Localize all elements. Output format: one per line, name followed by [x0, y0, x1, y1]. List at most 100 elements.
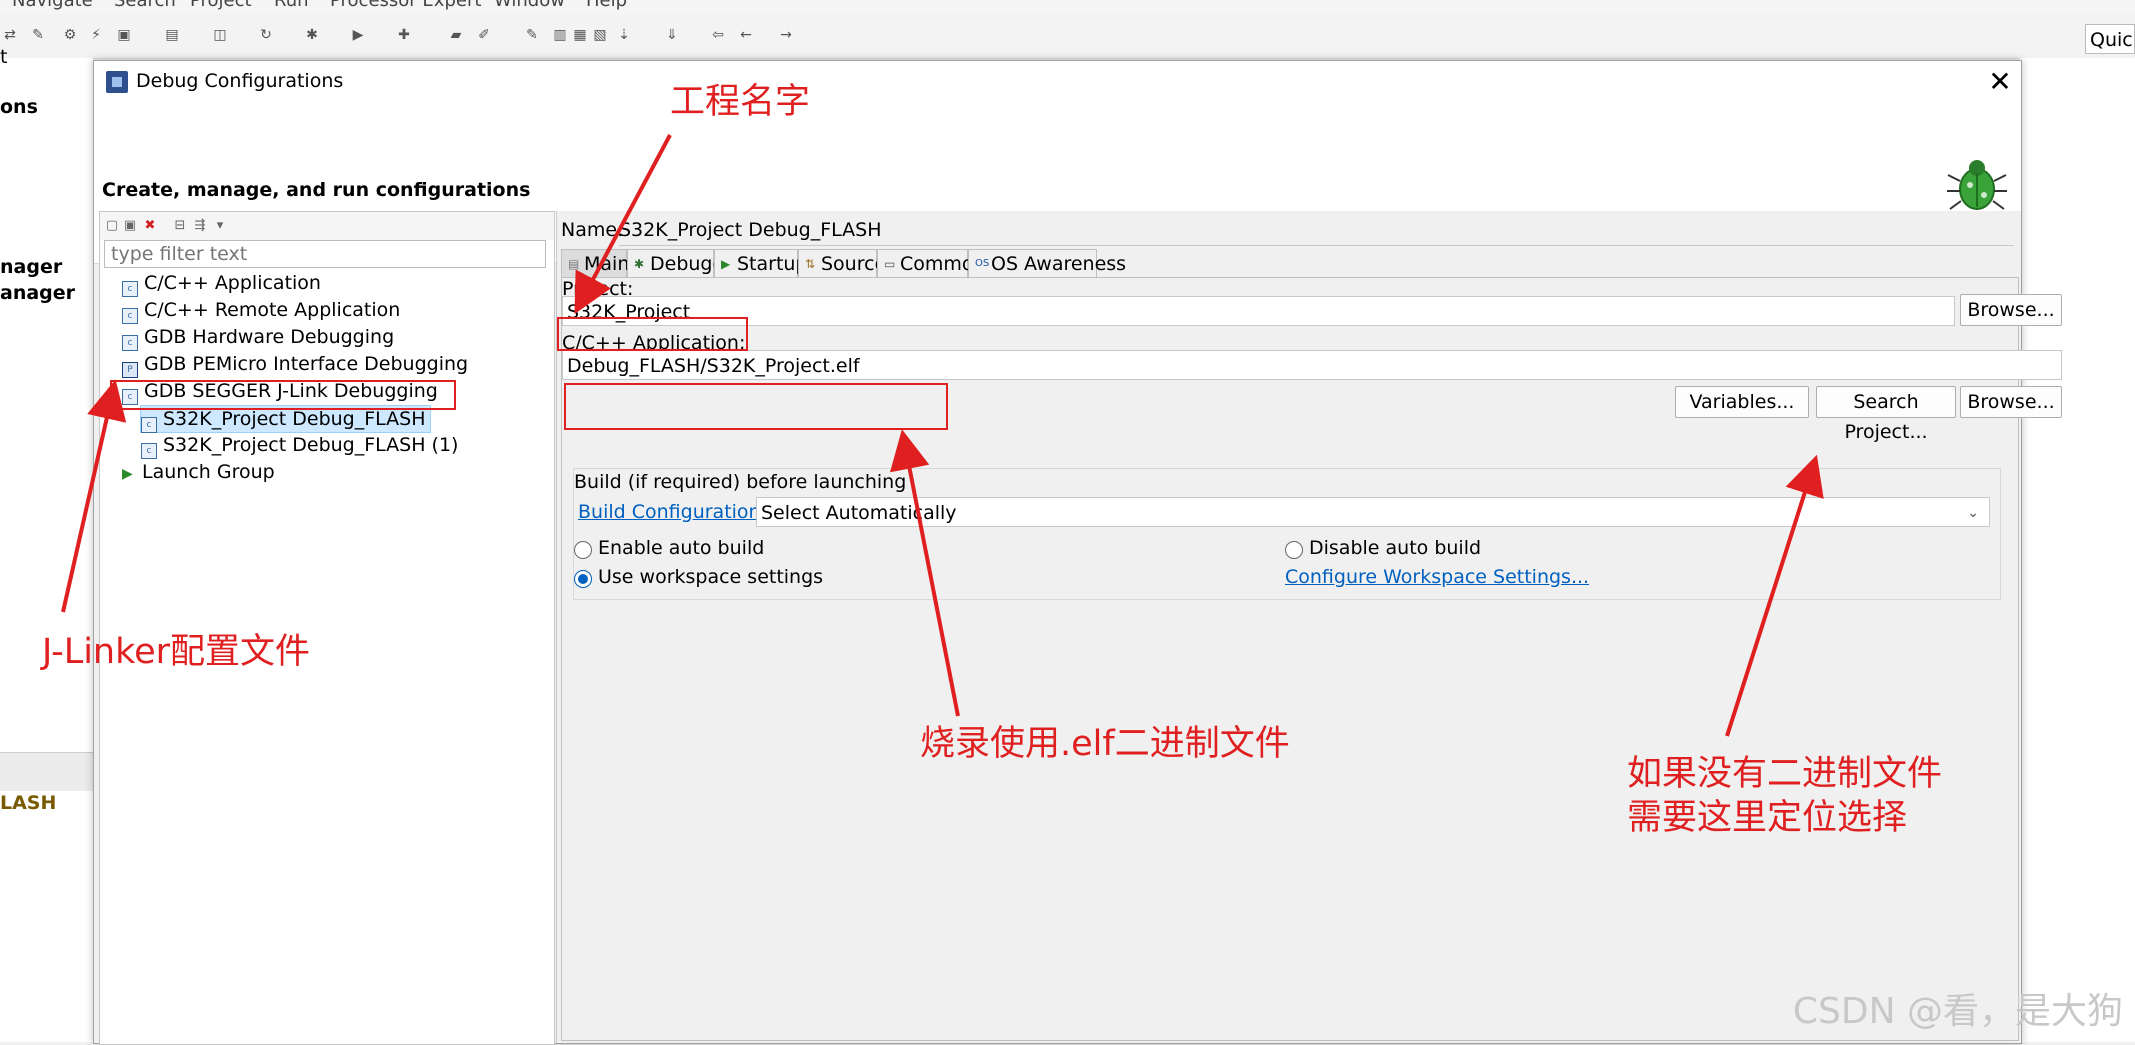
tree-item-cpp-application[interactable]: c C/C++ Application	[122, 270, 321, 297]
configure-workspace-settings-link[interactable]: Configure Workspace Settings...	[1285, 566, 1589, 588]
disable-auto-build-radio[interactable]	[1285, 541, 1303, 559]
build-icon[interactable]: ◫	[212, 27, 228, 43]
tab-common[interactable]: ▭ Common	[877, 249, 986, 277]
duplicate-icon[interactable]: ▣	[122, 218, 138, 234]
filter-icon[interactable]: ⇶	[192, 218, 208, 234]
open-icon[interactable]: ▤	[164, 27, 180, 43]
menu-search[interactable]: Search	[114, 0, 176, 11]
bg-label-2: nager	[0, 256, 63, 278]
watermark: CSDN @看，是大狗	[1792, 991, 2123, 1032]
enable-auto-build-label: Enable auto build	[598, 537, 765, 559]
folder-icon[interactable]: ▰	[448, 27, 464, 43]
search-project-button[interactable]: Search Project...	[1816, 386, 1956, 443]
close-button[interactable]: ✕	[1982, 63, 2018, 101]
new-icon[interactable]: ▣	[116, 27, 132, 43]
new-config-icon[interactable]: ▢	[104, 218, 120, 234]
tab-main[interactable]: ▤ Main	[561, 249, 629, 277]
background-right-view	[2020, 58, 2135, 1042]
menu-project[interactable]: Project	[190, 0, 252, 11]
name-input[interactable]: S32K_Project Debug_FLASH	[619, 215, 2014, 246]
menu-navigate[interactable]: Navigate	[12, 0, 93, 11]
tree-item-s32k-debug-flash-1[interactable]: c S32K_Project Debug_FLASH (1)	[141, 432, 458, 459]
name-label: Name:	[561, 219, 624, 241]
annotation-elf: 烧录使用.elf二进制文件	[920, 724, 1290, 764]
debug-icon[interactable]: ✱	[304, 27, 320, 43]
project-browse-button[interactable]: Browse...	[1960, 294, 2062, 326]
bg-tab-label: t	[0, 46, 8, 68]
forward-arrow-icon[interactable]: →	[778, 27, 794, 43]
bg-label-1: ons	[0, 96, 38, 118]
bg-label-4: LASH	[0, 792, 57, 814]
tab-startup[interactable]: ▶ Startup	[714, 249, 808, 277]
filter-input[interactable]	[104, 240, 546, 268]
edit-icon[interactable]: ✎	[524, 27, 540, 43]
run-icon[interactable]: ▶	[350, 27, 366, 43]
annotation-jlinker: J-Linker配置文件	[42, 632, 311, 672]
build-configuration-select[interactable]: Select Automatically ⌄	[756, 497, 1990, 527]
segger-highlight-box	[110, 380, 456, 410]
config-tabs: ▤ Main ✱ Debugger ▶ Startup ⇅ Source ▭ Common…	[561, 249, 2017, 277]
collapse-all-icon[interactable]: ⊟	[172, 218, 188, 234]
build-group-label: Build (if required) before launching	[574, 471, 907, 493]
refresh-icon[interactable]: ↻	[258, 27, 274, 43]
delete-icon[interactable]: ✖	[142, 218, 158, 234]
tree-item-gdb-pemicro[interactable]: P GDB PEMicro Interface Debugging	[122, 351, 468, 378]
bg-label-3: anager	[0, 282, 76, 304]
source-tab-icon: ⇅	[805, 257, 816, 271]
back-arrow-icon[interactable]: ←	[738, 27, 754, 43]
bug-icon	[1947, 160, 2007, 210]
external-tools-icon[interactable]: ✚	[396, 27, 412, 43]
project-input[interactable]: S32K_Project	[562, 296, 1955, 326]
pin-icon[interactable]: ✐	[476, 27, 492, 43]
dialog-titlebar: Debug Configurations ✕	[94, 61, 2021, 103]
use-workspace-settings-radio[interactable]	[574, 570, 592, 588]
build-group: Build (if required) before launching Bui…	[573, 468, 2001, 600]
tab-source[interactable]: ⇅ Source	[798, 249, 886, 277]
tree-item-launch-group[interactable]: ▶ Launch Group	[122, 459, 275, 485]
tab-os-awareness[interactable]: OS OS Awareness	[968, 249, 1126, 277]
annotation-project-name: 工程名字	[670, 82, 811, 122]
page-icon[interactable]: ▦	[572, 27, 588, 43]
c-config-icon: c	[122, 308, 138, 324]
main-toolbar: ⇄ ✎ ⚙ ⚡ ▣ ▤ ◫ ↻ ✱ ▶ ✚ ▰ ✐ ✎ ▥ ▦ ▧ ⇣ ⇓ ⇦ …	[0, 14, 2135, 59]
c-config-icon: c	[141, 417, 157, 433]
build-configuration-value: Select Automatically	[761, 502, 957, 524]
menu-run[interactable]: Run	[274, 0, 309, 11]
list-icon[interactable]: ▧	[592, 27, 608, 43]
tab-debugger[interactable]: ✱ Debugger	[627, 249, 744, 277]
configuration-editor-panel: Name: S32K_Project Debug_FLASH ▤ Main ✱ De…	[556, 211, 2062, 1043]
application-browse-button[interactable]: Browse...	[1960, 386, 2062, 418]
menu-help[interactable]: Help	[586, 0, 627, 11]
chevron-down-icon[interactable]: ▾	[212, 218, 228, 234]
debugger-tab-icon: ✱	[634, 257, 645, 271]
next-annotation-icon[interactable]: ⇓	[664, 27, 680, 43]
variables-button[interactable]: Variables...	[1675, 386, 1809, 418]
tree-item-cpp-remote-application[interactable]: c C/C++ Remote Application	[122, 297, 400, 324]
tool-icon[interactable]: ✎	[30, 27, 46, 43]
annotation-icon[interactable]: ⇣	[616, 27, 632, 43]
sync-icon[interactable]: ⇄	[2, 27, 18, 43]
quick-access-input[interactable]: Quick	[2085, 24, 2135, 54]
build-configuration-link[interactable]: Build Configuration:	[578, 501, 767, 523]
menu-window[interactable]: Window	[494, 0, 565, 11]
doc-icon[interactable]: ▥	[552, 27, 568, 43]
application-input[interactable]: Debug_FLASH/S32K_Project.elf	[562, 350, 2062, 380]
menubar: Navigate Search Project Run Processor Ex…	[0, 0, 2135, 14]
flash-icon[interactable]: ⚡	[88, 27, 104, 43]
main-tab-icon: ▤	[568, 257, 580, 271]
debug-config-icon	[106, 71, 128, 93]
os-awareness-tab-icon: OS	[975, 258, 990, 269]
back-icon[interactable]: ⇦	[710, 27, 726, 43]
link-icon[interactable]: ⚙	[62, 27, 78, 43]
launch-group-icon: ▶	[122, 466, 133, 482]
annotation-search-line1: 如果没有二进制文件	[1627, 754, 1943, 794]
tree-toolbar: ▢ ▣ ✖ ⊟ ⇶ ▾	[100, 212, 554, 240]
menu-processor-expert[interactable]: Processor Expert	[330, 0, 481, 11]
configuration-tree-panel: ▢ ▣ ✖ ⊟ ⇶ ▾ cC/C++ Application cC/C++ Re…	[99, 211, 555, 1045]
annotation-search-line2: 需要这里定位选择	[1627, 798, 1908, 838]
tree-item-gdb-hardware[interactable]: c GDB Hardware Debugging	[122, 324, 394, 351]
enable-auto-build-radio[interactable]	[574, 541, 592, 559]
use-workspace-settings-label: Use workspace settings	[598, 566, 824, 588]
startup-tab-icon: ▶	[721, 257, 731, 271]
header-title: Create, manage, and run configurations	[102, 179, 531, 201]
